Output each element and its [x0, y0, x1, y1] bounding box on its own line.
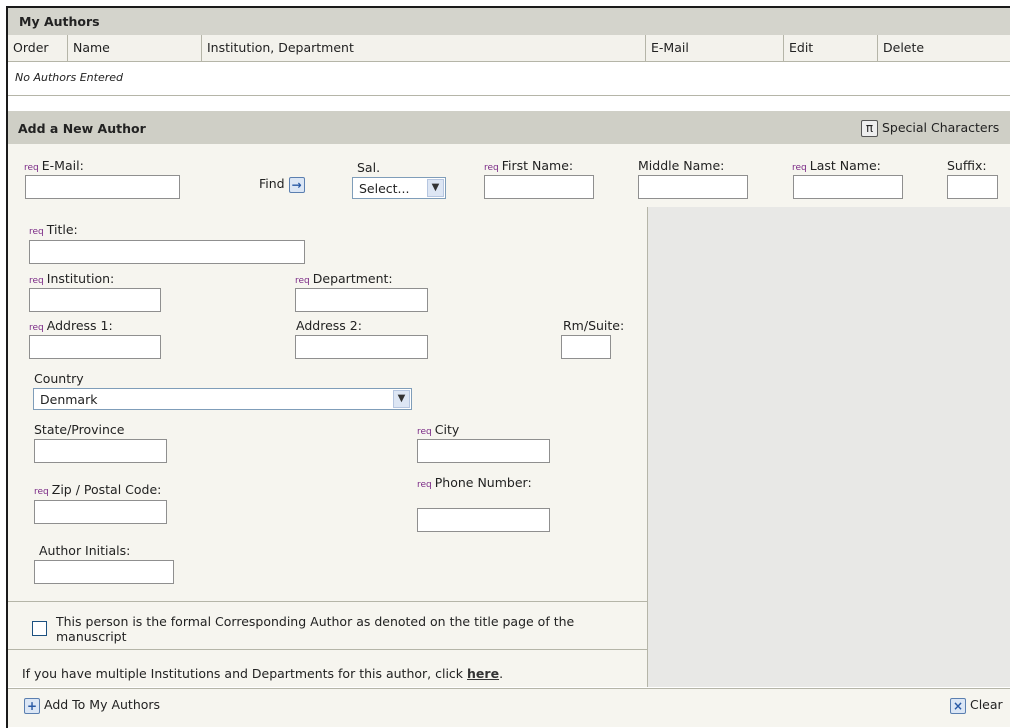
- multi-institution-link[interactable]: here: [467, 666, 499, 681]
- col-email: E-Mail: [646, 35, 784, 62]
- add-author-title: Add a New Author: [18, 121, 146, 136]
- title-field[interactable]: [29, 240, 305, 264]
- authors-table-header: Order Name Institution, Department E-Mai…: [8, 35, 1010, 62]
- chevron-down-icon: ▼: [427, 179, 444, 197]
- city-field[interactable]: [417, 439, 550, 463]
- col-edit: Edit: [784, 35, 878, 62]
- find-label: Find: [259, 176, 285, 191]
- req-marker: req: [24, 163, 39, 173]
- salutation-value: Select...: [359, 181, 410, 196]
- zip-field[interactable]: [34, 500, 167, 524]
- add-to-my-authors-label: Add To My Authors: [43, 697, 161, 712]
- close-icon: ×: [950, 697, 966, 714]
- salutation-select[interactable]: Select... ▼: [352, 177, 446, 199]
- state-field[interactable]: [34, 439, 167, 463]
- sal-label: Sal.: [357, 160, 381, 175]
- initials-label: Author Initials:: [39, 543, 131, 558]
- first-name-label: req First Name:: [484, 158, 574, 173]
- col-delete: Delete: [878, 35, 1010, 62]
- pi-icon: π: [861, 120, 878, 137]
- rm-suite-field[interactable]: [561, 335, 611, 359]
- address1-label: req Address 1:: [29, 318, 113, 333]
- empty-row: No Authors Entered: [8, 62, 1010, 96]
- multi-institution-text: If you have multiple Institutions and De…: [22, 666, 504, 681]
- col-order: Order: [8, 35, 68, 62]
- phone-label: req Phone Number:: [417, 475, 532, 490]
- add-to-my-authors-button[interactable]: + Add To My Authors: [24, 697, 160, 714]
- last-name-field[interactable]: [793, 175, 903, 199]
- state-label: State/Province: [34, 422, 125, 437]
- address1-field[interactable]: [29, 335, 161, 359]
- department-label: req Department:: [295, 271, 393, 286]
- col-name: Name: [68, 35, 202, 62]
- corresponding-text: This person is the formal Corresponding …: [56, 614, 575, 644]
- corresponding-checkbox[interactable]: [32, 621, 47, 636]
- special-characters-link[interactable]: π Special Characters: [861, 120, 999, 137]
- side-panel: [648, 207, 1010, 687]
- initials-field[interactable]: [34, 560, 174, 584]
- chevron-down-icon: ▼: [393, 390, 410, 408]
- address2-label: Address 2:: [296, 318, 362, 333]
- last-name-label: req Last Name:: [792, 158, 881, 173]
- empty-text: No Authors Entered: [15, 71, 123, 84]
- middle-name-label: Middle Name:: [638, 158, 725, 173]
- country-label: Country: [34, 371, 84, 386]
- plus-icon: +: [24, 697, 40, 714]
- col-institution: Institution, Department: [202, 35, 646, 62]
- email-label: req E-Mail:: [24, 158, 84, 173]
- title-label: req Title:: [29, 222, 78, 237]
- first-name-field[interactable]: [484, 175, 594, 199]
- rm-suite-label: Rm/Suite:: [563, 318, 625, 333]
- clear-button[interactable]: × Clear: [950, 697, 1003, 714]
- add-author-header: Add a New Author π Special Characters: [8, 111, 1010, 144]
- zip-label: req Zip / Postal Code:: [34, 482, 162, 497]
- clear-label: Clear: [969, 697, 1003, 712]
- suffix-label: Suffix:: [947, 158, 987, 173]
- special-characters-label: Special Characters: [881, 120, 1000, 135]
- country-select[interactable]: Denmark ▼: [33, 388, 412, 410]
- arrow-right-icon: →: [288, 176, 305, 193]
- suffix-field[interactable]: [947, 175, 998, 199]
- my-authors-header: My Authors: [8, 8, 1010, 35]
- address2-field[interactable]: [295, 335, 428, 359]
- city-label: req City: [417, 422, 460, 437]
- middle-name-field[interactable]: [638, 175, 748, 199]
- my-authors-title: My Authors: [19, 14, 100, 29]
- email-field[interactable]: [25, 175, 180, 199]
- institution-label: req Institution:: [29, 271, 115, 286]
- institution-field[interactable]: [29, 288, 161, 312]
- find-button[interactable]: Find →: [259, 176, 305, 193]
- phone-field[interactable]: [417, 508, 550, 532]
- country-value: Denmark: [40, 392, 98, 407]
- department-field[interactable]: [295, 288, 428, 312]
